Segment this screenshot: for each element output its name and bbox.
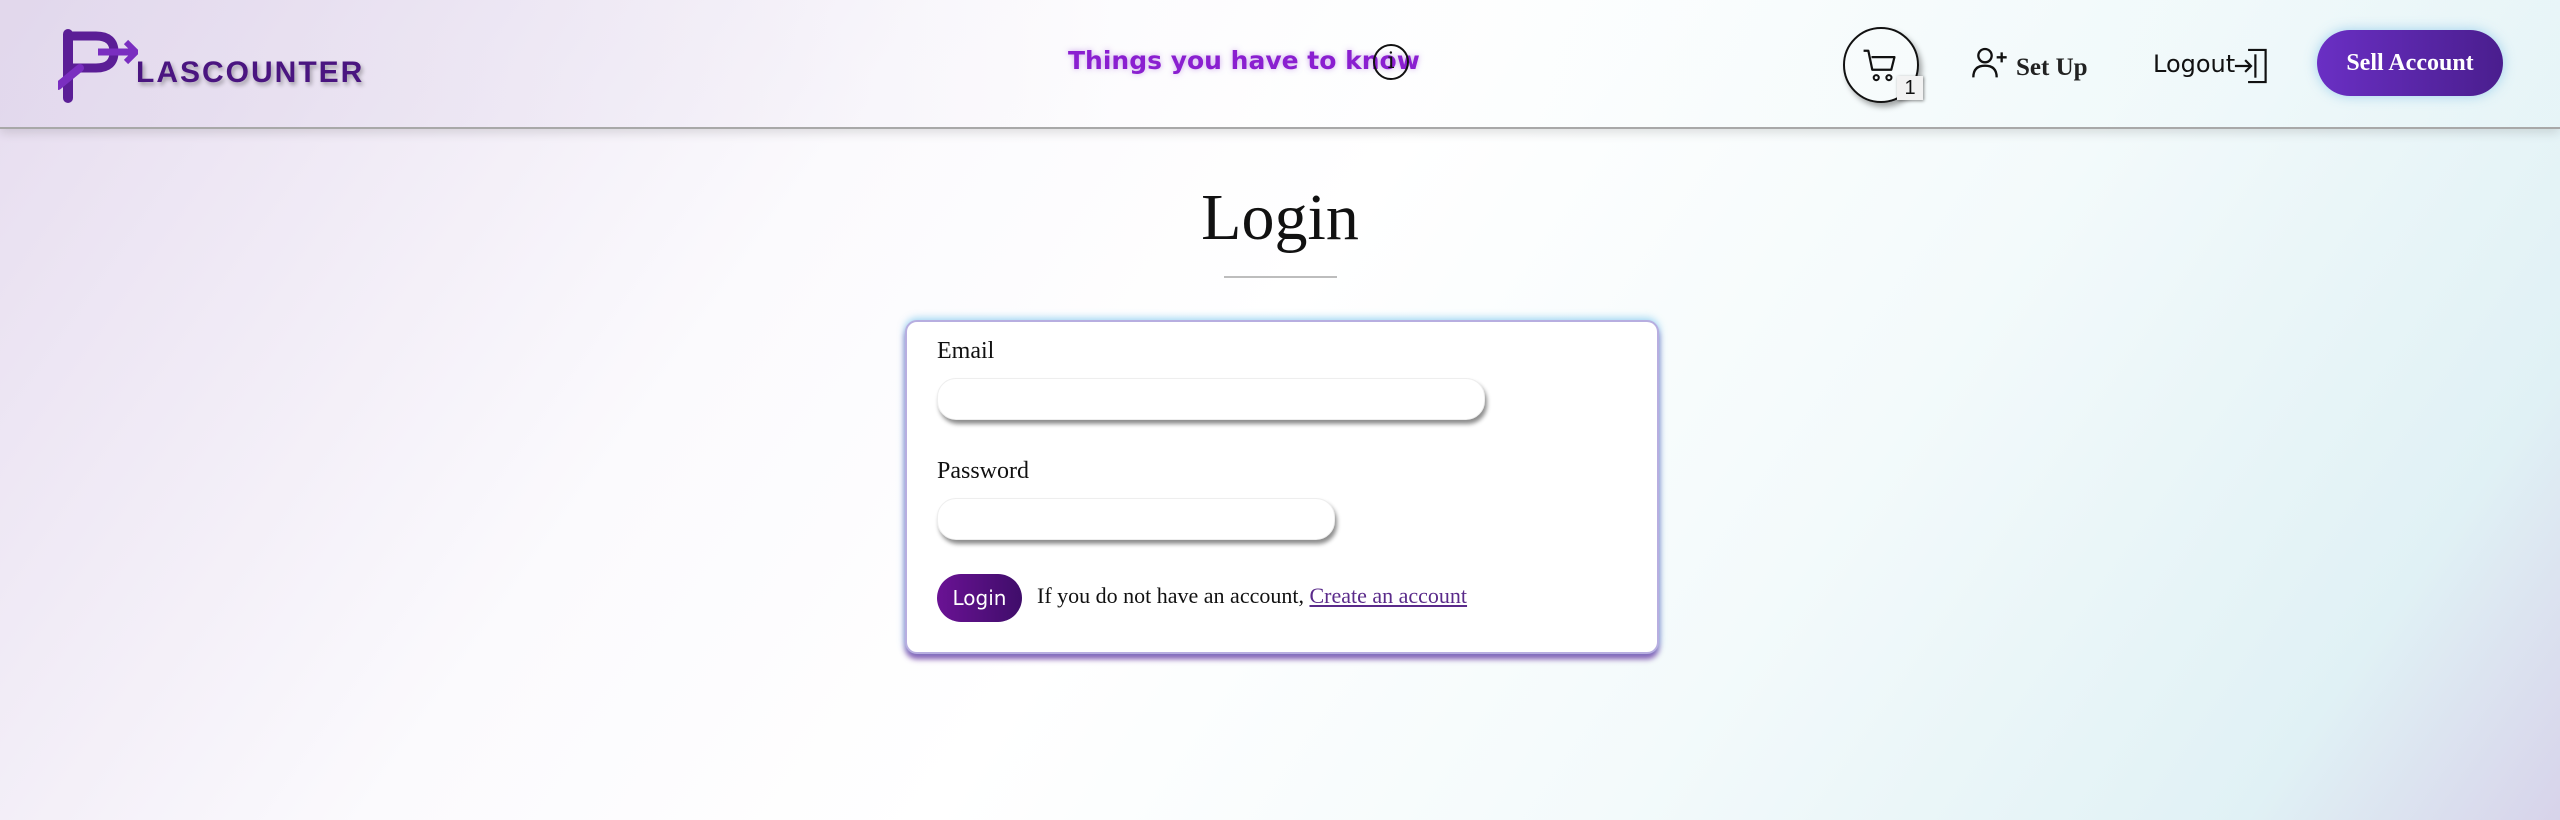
logout-door-icon xyxy=(2234,48,2267,84)
setup-label: Set Up xyxy=(2016,54,2088,81)
password-label: Password xyxy=(937,458,1030,484)
page-title: Login xyxy=(1201,181,1359,254)
logo-mark-icon xyxy=(58,29,138,103)
shopping-cart-icon xyxy=(1863,49,1896,82)
signup-note: If you do not have an account, Create an… xyxy=(1037,583,1467,609)
signup-note-text: If you do not have an account, xyxy=(1037,583,1304,608)
sell-account-button[interactable]: Sell Account xyxy=(2317,30,2503,96)
login-form: Email Password Login If you do not have … xyxy=(905,320,1659,654)
cart-count-badge: 1 xyxy=(1897,76,1923,100)
password-field[interactable] xyxy=(937,498,1335,540)
add-user-icon xyxy=(1972,47,2007,78)
email-label: Email xyxy=(937,338,995,364)
logout-link[interactable]: Logout xyxy=(2153,48,2267,90)
brand-logo[interactable]: LASCOUNTER xyxy=(58,28,368,108)
title-divider xyxy=(1224,276,1337,278)
email-field[interactable] xyxy=(937,378,1485,420)
logout-label: Logout xyxy=(2153,50,2236,78)
info-icon[interactable]: i xyxy=(1373,44,1409,80)
logo-text: LASCOUNTER xyxy=(136,56,365,89)
create-account-link[interactable]: Create an account xyxy=(1309,583,1467,608)
top-navbar: LASCOUNTER Things you have to know i 1 S… xyxy=(0,0,2560,129)
things-to-know-link[interactable]: Things you have to know xyxy=(1068,46,1420,75)
login-button[interactable]: Login xyxy=(937,574,1022,622)
